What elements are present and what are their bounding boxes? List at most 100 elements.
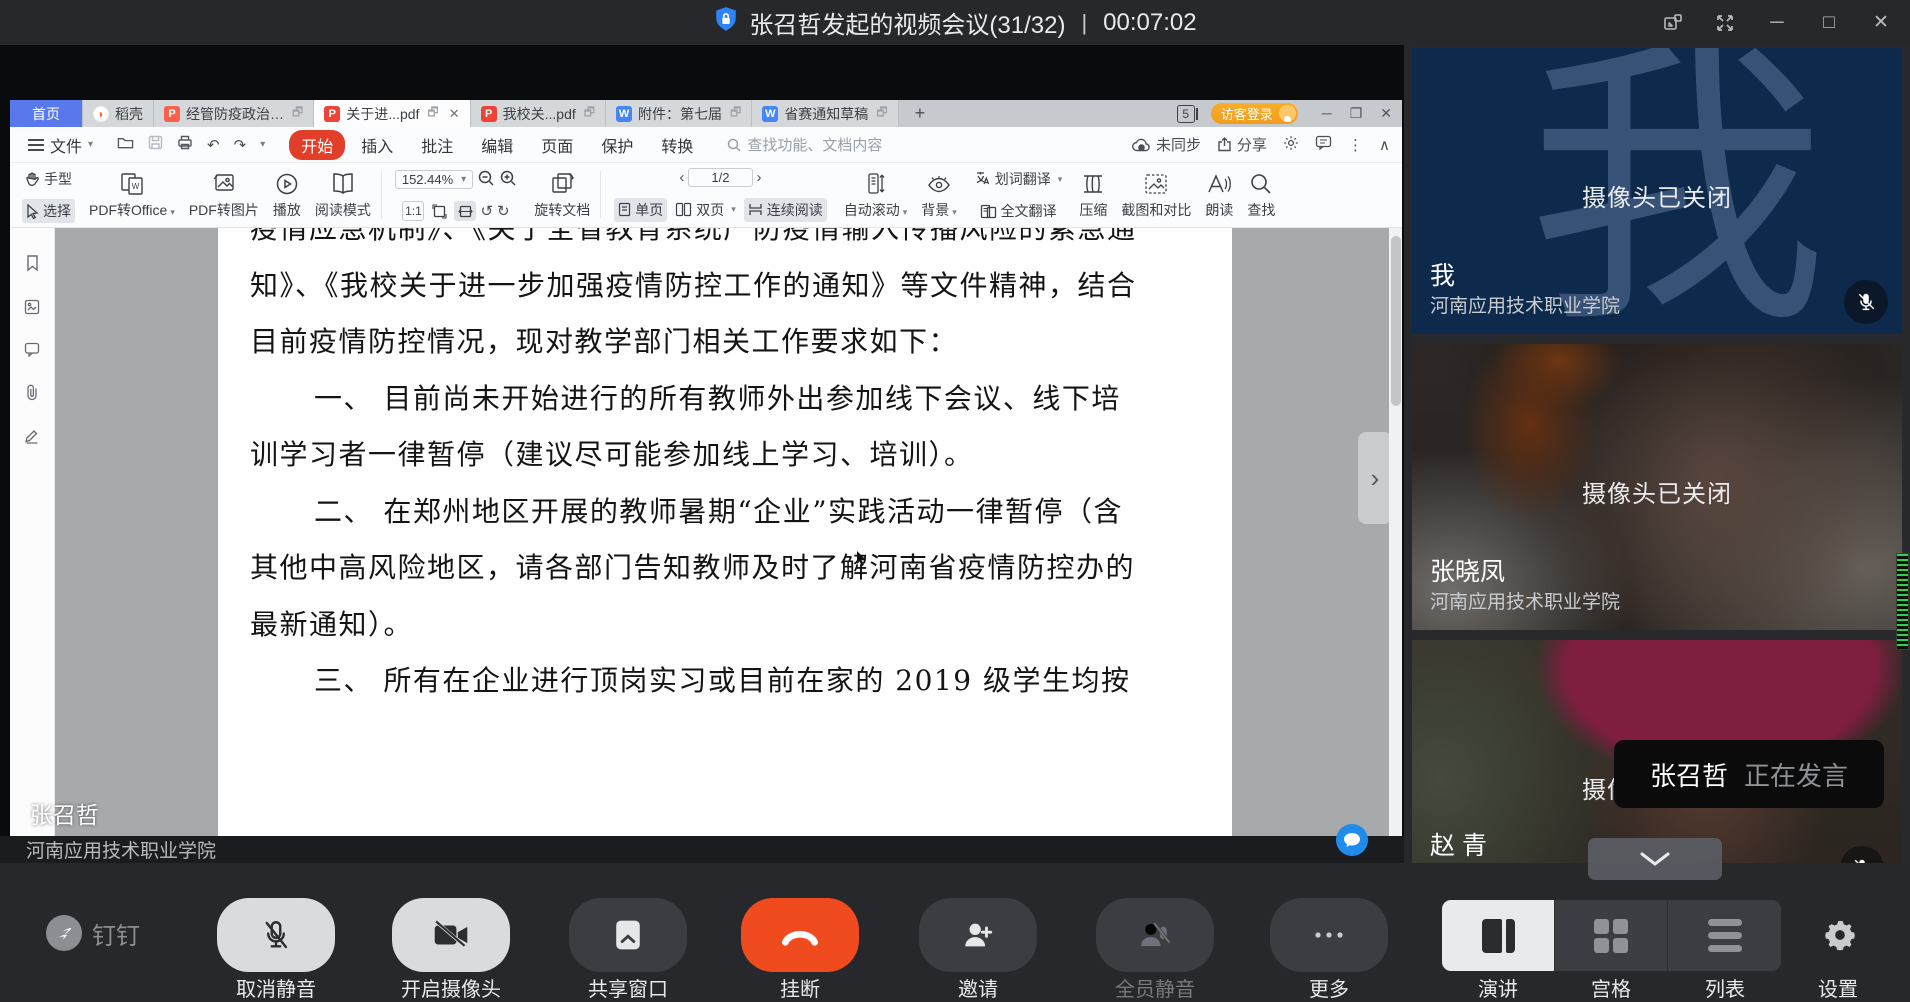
minimize-icon[interactable]: ─ bbox=[1766, 12, 1788, 34]
undo-icon[interactable]: ↶ bbox=[207, 136, 220, 154]
mute-all-button[interactable] bbox=[1096, 898, 1214, 972]
view-mode-speaker[interactable] bbox=[1442, 900, 1555, 971]
mute-all-label: 全员静音 bbox=[1075, 973, 1235, 1002]
print-icon[interactable] bbox=[177, 135, 193, 154]
read-mode-button[interactable]: 阅读模式 bbox=[309, 165, 377, 225]
more-vertical-icon[interactable]: ⋮ bbox=[1348, 136, 1363, 154]
doc-scrollbar[interactable] bbox=[1389, 228, 1402, 853]
settings-gear-icon[interactable] bbox=[1283, 135, 1299, 155]
tab-home[interactable]: 首页 bbox=[10, 100, 83, 127]
compress-button[interactable]: 压缩 bbox=[1073, 165, 1113, 225]
signature-icon[interactable] bbox=[24, 428, 40, 449]
zoom-in-icon[interactable] bbox=[499, 169, 517, 190]
guest-login-button[interactable]: 访客登录 bbox=[1211, 103, 1298, 124]
menu-insert[interactable]: 插入 bbox=[349, 130, 405, 160]
find-button[interactable]: 查找 bbox=[1241, 165, 1281, 225]
background-label: 背景 bbox=[921, 202, 949, 218]
invite-button[interactable] bbox=[919, 898, 1037, 972]
maximize-icon[interactable]: □ bbox=[1818, 12, 1840, 34]
next-page-icon[interactable]: › bbox=[757, 169, 762, 186]
attachment-icon[interactable] bbox=[25, 384, 39, 406]
new-tab-button[interactable]: + bbox=[899, 100, 942, 127]
cloud-sync-status[interactable]: 未同步 bbox=[1132, 134, 1201, 155]
hangup-button[interactable] bbox=[741, 898, 859, 972]
zoom-value-dropdown[interactable]: 152.44%▾ bbox=[395, 170, 473, 189]
fit-page-button[interactable] bbox=[428, 201, 450, 221]
continuous-button[interactable]: 连续阅读 bbox=[744, 198, 827, 222]
pdf-text-block: 疫情应急机制》、《关于全省教育系统严防疫情输入传播风险的紧急通 知》、《我校关于… bbox=[218, 228, 1232, 710]
auto-scroll-button[interactable]: 自动滚动 bbox=[838, 165, 914, 225]
participant-tile-2[interactable]: 摄像头已关闭 张晓凤 河南应用技术职业学院 bbox=[1412, 344, 1902, 630]
actual-size-button[interactable]: 1:1 bbox=[402, 201, 424, 221]
fit-width-button[interactable] bbox=[454, 201, 476, 221]
rotate-left-icon[interactable]: ↺ bbox=[480, 202, 493, 220]
close-icon[interactable]: ✕ bbox=[1870, 12, 1892, 34]
single-page-button[interactable]: 单页 bbox=[614, 198, 667, 222]
play-button[interactable]: 播放 bbox=[267, 165, 307, 225]
menu-edit[interactable]: 编辑 bbox=[469, 130, 525, 160]
settings-button[interactable] bbox=[1820, 907, 1860, 963]
comment-panel-icon[interactable] bbox=[24, 342, 40, 362]
more-button[interactable] bbox=[1270, 898, 1388, 972]
tab-pdf-active[interactable]: P关于进...pdf🗗✕ bbox=[314, 100, 470, 127]
share-window-button[interactable] bbox=[569, 898, 687, 972]
open-folder-icon[interactable] bbox=[117, 135, 134, 154]
doc-scrollbar-thumb[interactable] bbox=[1391, 236, 1401, 406]
tab-list-button[interactable]: 5 bbox=[1177, 105, 1195, 123]
tab-word-1[interactable]: W附件：第七届🗗 bbox=[606, 100, 752, 127]
bookmark-icon[interactable] bbox=[25, 254, 40, 277]
next-page-float-button[interactable]: › bbox=[1358, 432, 1392, 524]
menu-protect[interactable]: 保护 bbox=[589, 130, 645, 160]
save-icon[interactable] bbox=[148, 135, 163, 154]
popout-window-icon[interactable] bbox=[1662, 12, 1684, 34]
hand-tool[interactable]: 手型 bbox=[21, 167, 76, 191]
background-button[interactable]: 背景 bbox=[915, 165, 963, 225]
redo-icon[interactable]: ↷ bbox=[234, 136, 247, 154]
zoom-out-icon[interactable] bbox=[477, 169, 495, 190]
pdf-to-image-button[interactable]: PDF转图片 bbox=[183, 165, 265, 225]
rotate-right-icon[interactable]: ↻ bbox=[497, 202, 510, 220]
wps-close-icon[interactable]: ✕ bbox=[1380, 105, 1392, 122]
select-tool[interactable]: 选择 bbox=[22, 199, 75, 223]
command-search[interactable]: 查找功能、文档内容 bbox=[727, 134, 882, 155]
menu-annotate[interactable]: 批注 bbox=[409, 130, 465, 160]
comment-bubble-icon[interactable] bbox=[1315, 135, 1332, 154]
read-aloud-button[interactable]: 朗读 bbox=[1199, 165, 1239, 225]
fullscreen-icon[interactable] bbox=[1714, 12, 1736, 34]
view-mode-grid[interactable] bbox=[1555, 900, 1668, 971]
tab-word-2[interactable]: W省赛通知草稿🗗 bbox=[752, 100, 898, 127]
tab-ppt-doc[interactable]: P经管防疫政治…🗗 bbox=[154, 100, 314, 127]
wps-restore-icon[interactable]: ❐ bbox=[1350, 105, 1363, 122]
start-camera-button[interactable] bbox=[392, 898, 510, 972]
rotate-doc-button[interactable]: 旋转文档 bbox=[528, 165, 596, 225]
customize-quick-access-icon[interactable]: ▾ bbox=[260, 139, 265, 150]
prev-page-icon[interactable]: ‹ bbox=[679, 169, 684, 186]
meeting-title: 张召哲发起的视频会议(31/32) bbox=[749, 5, 1065, 40]
collapse-sidebar-button[interactable] bbox=[1588, 838, 1722, 880]
file-menu-button[interactable]: 文件 ▾ bbox=[22, 133, 99, 157]
meeting-titlebar: 张召哲发起的视频会议(31/32) | 00:07:02 ─ □ ✕ bbox=[0, 0, 1910, 45]
dingtalk-brand: 钉钉 bbox=[46, 915, 140, 951]
tab-close-icon[interactable]: ✕ bbox=[449, 106, 460, 122]
tab-pdf-2[interactable]: P我校关...pdf🗗 bbox=[471, 100, 606, 127]
menu-page[interactable]: 页面 bbox=[529, 130, 585, 160]
collapse-ribbon-icon[interactable]: ∧ bbox=[1379, 136, 1390, 154]
full-translate-button[interactable]: 全文翻译 bbox=[976, 199, 1061, 223]
double-page-button[interactable]: 双页 bbox=[671, 198, 740, 222]
share-button[interactable]: 分享 bbox=[1217, 134, 1267, 155]
thumbnail-panel-icon[interactable] bbox=[24, 299, 40, 320]
helper-chat-bubble[interactable] bbox=[1336, 824, 1368, 856]
toolbar-page-indicator[interactable]: 1/2 bbox=[688, 168, 752, 187]
word-translate-button[interactable]: 划词翻译 bbox=[970, 167, 1067, 191]
view-mode-list[interactable] bbox=[1668, 900, 1781, 971]
screenshot-compare-button[interactable]: 截图和对比 bbox=[1115, 165, 1197, 225]
tab-docer[interactable]: ◗稻壳 bbox=[83, 100, 154, 127]
find-label: 查找 bbox=[1247, 200, 1275, 220]
participant-tile-self[interactable]: 我 摄像头已关闭 我 河南应用技术职业学院 bbox=[1412, 48, 1902, 334]
pdf-to-office-button[interactable]: W PDF转Office bbox=[83, 165, 181, 225]
menu-convert[interactable]: 转换 bbox=[649, 130, 705, 160]
document-canvas[interactable]: 疫情应急机制》、《关于全省教育系统严防疫情输入传播风险的紧急通 知》、《我校关于… bbox=[55, 228, 1402, 853]
wps-minimize-icon[interactable]: ─ bbox=[1322, 105, 1332, 122]
unmute-button[interactable] bbox=[217, 898, 335, 972]
menu-start[interactable]: 开始 bbox=[289, 130, 345, 160]
